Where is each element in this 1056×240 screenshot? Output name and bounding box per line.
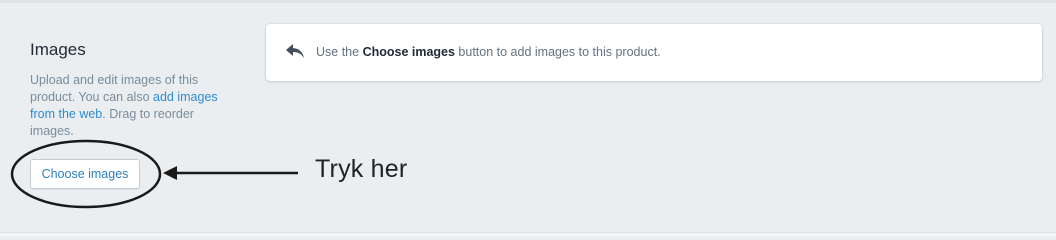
top-divider (0, 0, 1056, 3)
hint-suffix: button to add images to this product. (454, 45, 661, 59)
pointer-arrowhead (163, 166, 177, 180)
bottom-divider (0, 232, 1056, 236)
section-title: Images (30, 40, 86, 59)
choose-images-button[interactable]: Choose images (30, 159, 140, 189)
annotation-label: Tryk her (315, 155, 408, 183)
images-hint-card: Use the Choose images button to add imag… (266, 24, 1042, 81)
reply-arrow-icon (284, 42, 306, 60)
hint-bold: Choose images (362, 45, 455, 59)
section-description: Upload and edit images of this product. … (30, 72, 220, 140)
hint-text: Use the Choose images button to add imag… (316, 45, 661, 59)
hint-prefix: Use the (316, 45, 363, 59)
